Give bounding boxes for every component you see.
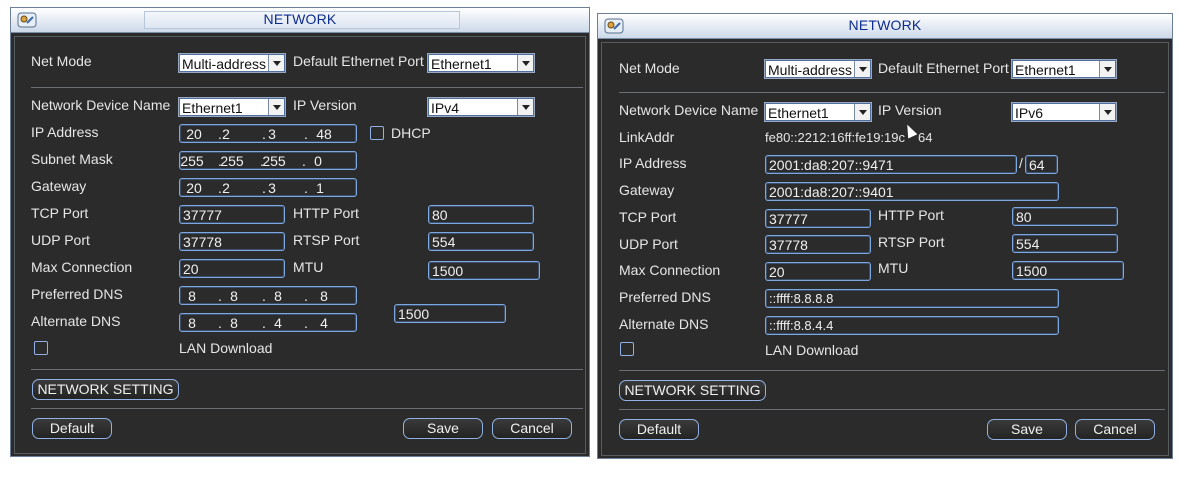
udp-port-label: UDP Port (31, 232, 90, 248)
gateway-input[interactable]: 2001:da8:207::9401 (765, 182, 1059, 201)
preferred-dns-label: Preferred DNS (619, 289, 711, 305)
rtsp-port-label: RTSP Port (878, 234, 945, 250)
title-bar: NETWORK (11, 8, 589, 33)
lan-download-checkbox[interactable] (620, 342, 634, 356)
tcp-port-input[interactable]: 37777 (179, 205, 285, 224)
window-title: NETWORK (263, 11, 337, 27)
title-bar: NETWORK (598, 14, 1172, 39)
window-title: NETWORK (848, 17, 922, 33)
network-setting-button[interactable]: NETWORK SETTING (619, 380, 766, 401)
net-mode-label: Net Mode (619, 60, 680, 76)
preferred-dns-input[interactable]: 8. 8. 8. 8 (179, 286, 357, 305)
default-port-label: Default Ethernet Port (878, 60, 1009, 76)
save-button[interactable]: Save (987, 419, 1067, 440)
prefix-length-input[interactable]: 64 (1025, 155, 1058, 174)
udp-port-input[interactable]: 37778 (179, 232, 285, 251)
default-button[interactable]: Default (32, 418, 112, 439)
gateway-input[interactable]: 20. 2. 3. 1 (179, 178, 357, 197)
alternate-dns-input[interactable]: 8. 8. 4. 4 (179, 313, 357, 332)
chevron-down-icon (268, 99, 284, 115)
link-addr-value: fe80::2212:16ff:fe19:19c (765, 130, 905, 145)
tcp-port-input[interactable]: 37777 (765, 209, 871, 228)
max-connection-label: Max Connection (31, 259, 133, 275)
network-window-left: NETWORK Net Mode Multi-address Default E… (10, 7, 590, 457)
max-connection-input[interactable]: 20 (179, 259, 285, 278)
subnet-mask-label: Subnet Mask (31, 151, 113, 167)
link-addr-label: LinkAddr (619, 129, 675, 145)
link-addr-prefix: 64 (918, 130, 933, 145)
device-name-label: Network Device Name (619, 102, 759, 118)
ip-address-label: IP Address (31, 124, 99, 140)
default-button[interactable]: Default (619, 419, 699, 440)
alternate-dns-label: Alternate DNS (619, 316, 709, 332)
chevron-down-icon (517, 55, 533, 71)
cancel-button[interactable]: Cancel (492, 418, 572, 439)
tcp-port-label: TCP Port (619, 209, 677, 225)
net-mode-select[interactable]: Multi-address (179, 54, 285, 72)
alternate-dns-input[interactable]: ::ffff:8.8.4.4 (765, 316, 1059, 335)
lan-download-checkbox[interactable] (34, 341, 48, 355)
prefix-separator: / (1019, 155, 1023, 171)
ip-address-label: IP Address (619, 155, 687, 171)
network-window-right: NETWORK Net Mode Multi-address Default E… (597, 13, 1173, 459)
preferred-dns-input[interactable]: ::ffff:8.8.8.8 (765, 289, 1059, 308)
chevron-down-icon (1099, 61, 1115, 77)
gateway-label: Gateway (619, 182, 675, 198)
mtu-input[interactable]: 1500 (1012, 261, 1124, 280)
device-name-label: Network Device Name (31, 97, 171, 113)
lan-download-label: LAN Download (765, 342, 859, 358)
net-mode-select[interactable]: Multi-address (765, 60, 871, 78)
chevron-down-icon (1099, 104, 1115, 120)
alternate-dns-label: Alternate DNS (31, 313, 121, 329)
rtsp-port-input[interactable]: 554 (1012, 234, 1118, 253)
chevron-down-icon (854, 61, 870, 77)
udp-port-label: UDP Port (619, 236, 678, 252)
device-name-select[interactable]: Ethernet1 (765, 103, 871, 121)
default-port-select[interactable]: Ethernet1 (1012, 60, 1116, 78)
preferred-dns-label: Preferred DNS (31, 286, 123, 302)
rtsp-port-input[interactable]: 554 (428, 232, 534, 251)
ip-version-select[interactable]: IPv6 (1012, 103, 1116, 121)
rtsp-port-label: RTSP Port (293, 232, 360, 248)
chevron-down-icon (854, 104, 870, 120)
chevron-down-icon (517, 99, 533, 115)
network-setting-button[interactable]: NETWORK SETTING (32, 379, 179, 400)
gateway-label: Gateway (31, 178, 87, 194)
ip-version-select[interactable]: IPv4 (428, 98, 534, 116)
chevron-down-icon (268, 55, 284, 71)
http-port-input[interactable]: 80 (1012, 207, 1118, 226)
udp-port-input[interactable]: 37778 (765, 235, 871, 254)
subnet-mask-input[interactable]: 255. 255. 255. 0 (179, 151, 357, 170)
mtu-label: MTU (878, 260, 909, 276)
default-port-label: Default Ethernet Port (293, 53, 424, 69)
cancel-button[interactable]: Cancel (1075, 419, 1155, 440)
net-mode-label: Net Mode (31, 53, 92, 69)
http-port-label: HTTP Port (878, 207, 944, 223)
ip-address-input[interactable]: 2001:da8:207::9471 (765, 155, 1017, 174)
default-port-select[interactable]: Ethernet1 (428, 54, 534, 72)
overlay-mtu-input[interactable]: 1500 (394, 304, 506, 323)
device-name-select[interactable]: Ethernet1 (179, 98, 285, 116)
tcp-port-label: TCP Port (31, 205, 89, 221)
dhcp-checkbox[interactable] (370, 126, 384, 140)
max-connection-label: Max Connection (619, 262, 721, 278)
ip-version-label: IP Version (878, 102, 942, 118)
mtu-input[interactable]: 1500 (428, 261, 540, 280)
ip-address-input[interactable]: 20. 2. 3. 48 (179, 124, 357, 143)
save-button[interactable]: Save (403, 418, 483, 439)
dhcp-label: DHCP (391, 125, 431, 141)
ip-version-label: IP Version (293, 97, 357, 113)
mtu-label: MTU (293, 259, 324, 275)
max-connection-input[interactable]: 20 (765, 262, 871, 281)
http-port-input[interactable]: 80 (428, 205, 534, 224)
http-port-label: HTTP Port (293, 205, 359, 221)
lan-download-label: LAN Download (179, 340, 273, 356)
